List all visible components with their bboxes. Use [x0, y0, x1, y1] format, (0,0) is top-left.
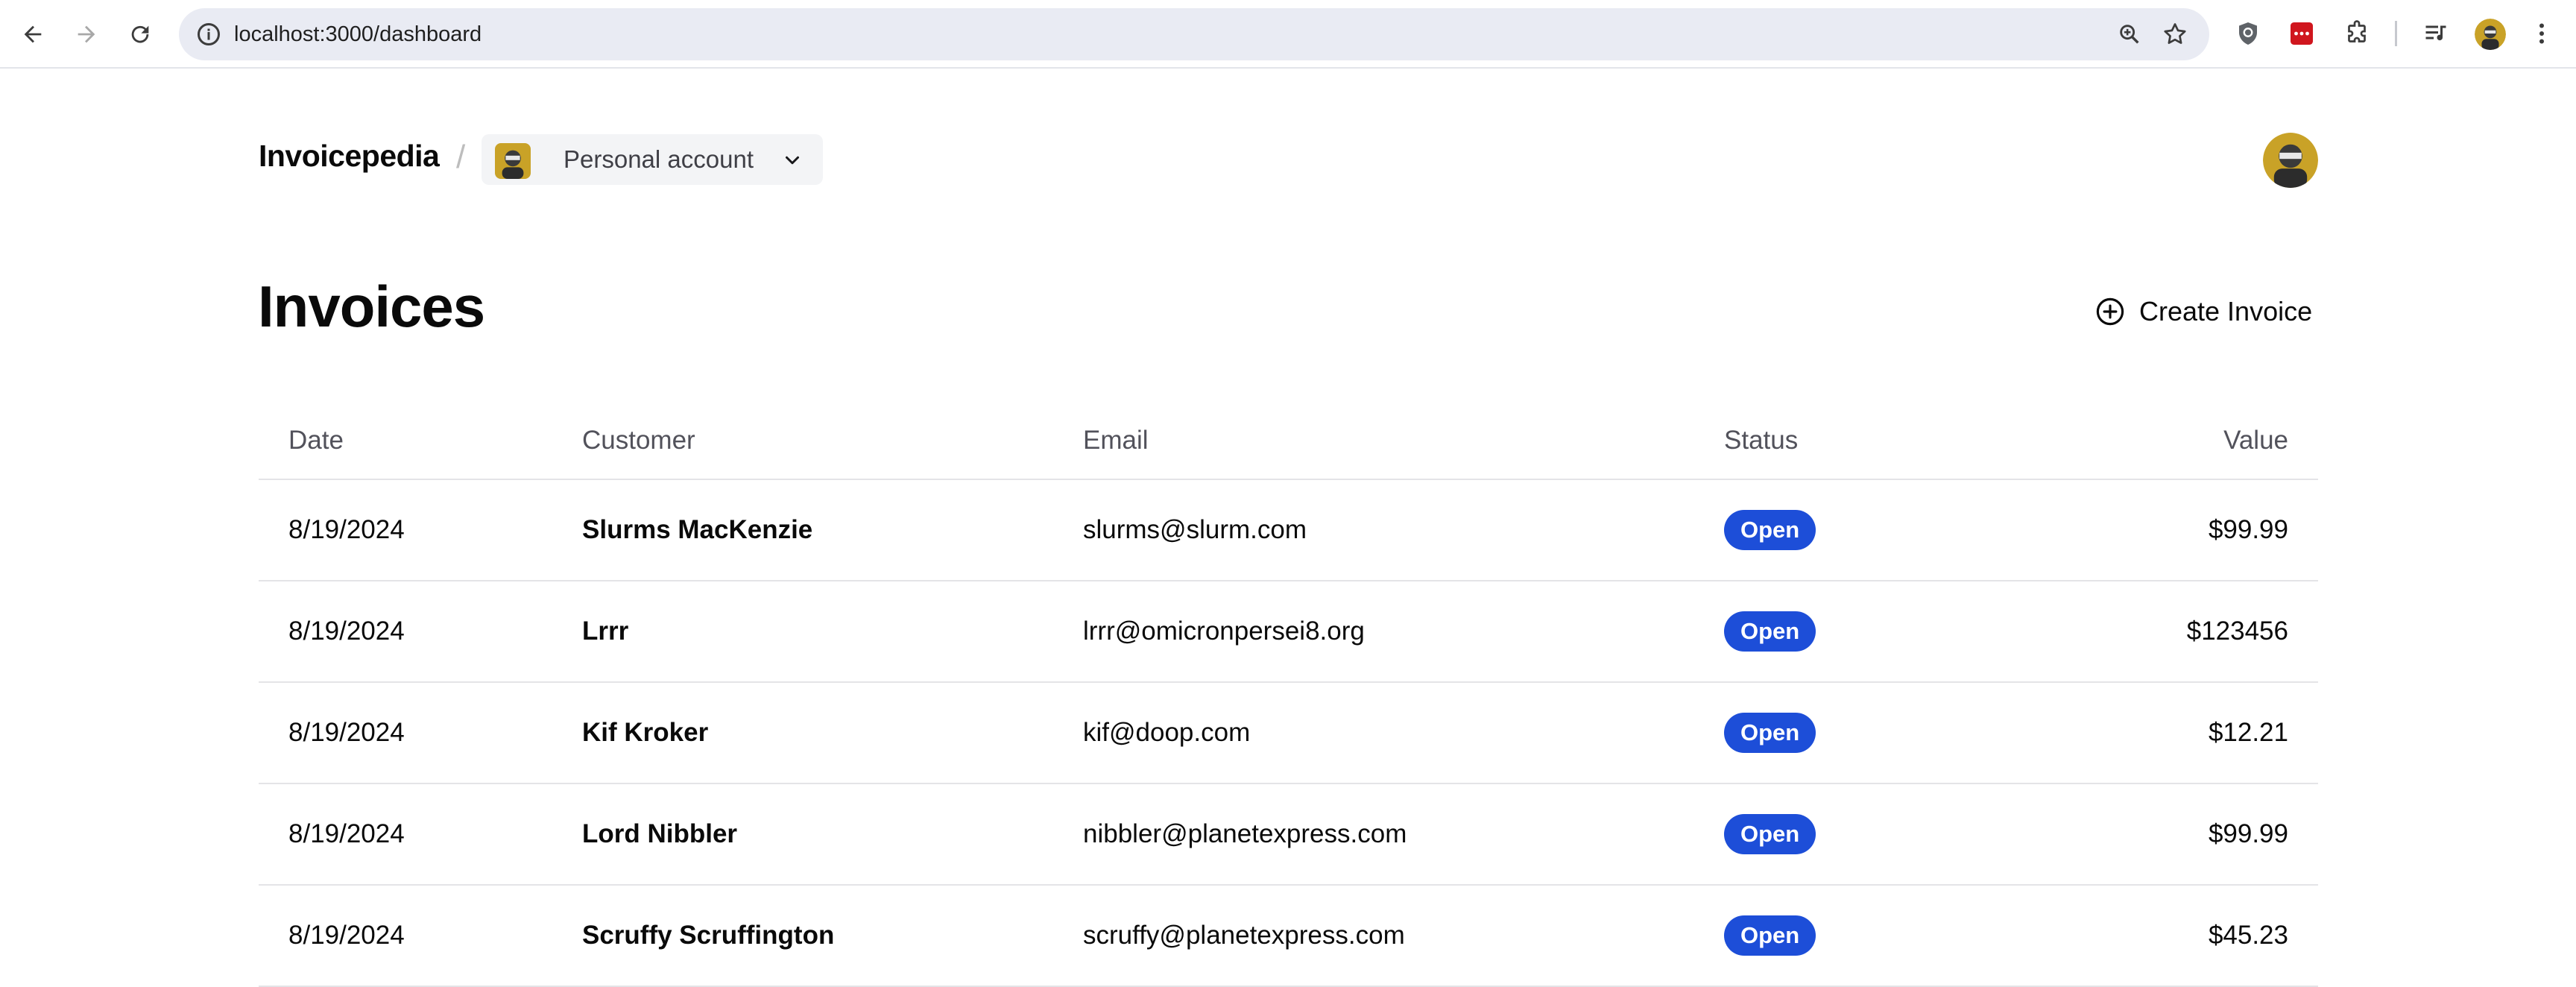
- invoice-status-cell: Open: [1724, 783, 2052, 886]
- invoice-email: kif@doop.com: [1083, 682, 1724, 784]
- invoices-table: Date Customer Email Status Value 8/19/20…: [259, 403, 2318, 987]
- create-invoice-label: Create Invoice: [2139, 296, 2313, 327]
- table-row[interactable]: 8/19/2024 Slurms MacKenzie slurms@slurm.…: [259, 479, 2318, 581]
- column-header-date: Date: [259, 403, 582, 480]
- invoice-email: nibbler@planetexpress.com: [1083, 783, 1724, 886]
- status-badge: Open: [1724, 510, 1816, 550]
- account-avatar: [495, 143, 531, 179]
- profile-avatar[interactable]: [2475, 19, 2506, 50]
- chrome-menu-icon[interactable]: [2527, 19, 2557, 48]
- plus-circle-icon: [2096, 297, 2124, 326]
- reload-button[interactable]: [122, 16, 158, 52]
- invoice-email: slurms@slurm.com: [1083, 479, 1724, 581]
- url-text[interactable]: localhost:3000/dashboard: [234, 8, 482, 60]
- forward-button[interactable]: [69, 16, 104, 52]
- invoice-customer: Scruffy Scruffington: [582, 885, 1083, 987]
- address-bar[interactable]: localhost:3000/dashboard: [179, 8, 2209, 60]
- invoice-value: $123456: [2052, 581, 2318, 683]
- toolbar-divider: [2395, 21, 2397, 46]
- table-row[interactable]: 8/19/2024 Lord Nibbler nibbler@planetexp…: [259, 783, 2318, 886]
- create-invoice-button[interactable]: Create Invoice: [2094, 294, 2312, 329]
- status-badge: Open: [1724, 915, 1816, 956]
- invoice-date: 8/19/2024: [259, 682, 582, 784]
- invoice-status-cell: Open: [1724, 885, 2052, 987]
- invoice-customer: Lord Nibbler: [582, 783, 1083, 886]
- chevron-down-icon: [786, 156, 799, 165]
- invoice-value: $99.99: [2052, 479, 2318, 581]
- column-header-value: Value: [2052, 403, 2318, 480]
- reload-icon: [131, 25, 149, 43]
- invoice-status-cell: Open: [1724, 479, 2052, 581]
- table-row[interactable]: 8/19/2024 Lrrr lrrr@omicronpersei8.org O…: [259, 581, 2318, 683]
- table-header-row: Date Customer Email Status Value: [259, 403, 2318, 480]
- invoice-date: 8/19/2024: [259, 479, 582, 581]
- status-badge: Open: [1724, 814, 1816, 854]
- star-icon[interactable]: [2162, 21, 2188, 48]
- browser-toolbar: localhost:3000/dashboard: [0, 0, 2576, 69]
- user-avatar[interactable]: [2263, 133, 2318, 188]
- invoice-status-cell: Open: [1724, 682, 2052, 784]
- table-row[interactable]: 8/19/2024 Scruffy Scruffington scruffy@p…: [259, 885, 2318, 987]
- invoice-status-cell: Open: [1724, 581, 2052, 683]
- info-icon[interactable]: [195, 21, 222, 48]
- table-row[interactable]: 8/19/2024 Kif Kroker kif@doop.com Open $…: [259, 682, 2318, 784]
- invoice-value: $12.21: [2052, 682, 2318, 784]
- column-header-email: Email: [1083, 403, 1724, 480]
- invoice-date: 8/19/2024: [259, 783, 582, 886]
- invoice-customer: Kif Kroker: [582, 682, 1083, 784]
- invoice-customer: Slurms MacKenzie: [582, 479, 1083, 581]
- invoice-email: scruffy@planetexpress.com: [1083, 885, 1724, 987]
- account-switcher[interactable]: Personal account: [482, 134, 823, 185]
- account-label: Personal account: [564, 145, 754, 173]
- status-badge: Open: [1724, 713, 1816, 753]
- status-badge: Open: [1724, 611, 1816, 652]
- zoom-icon[interactable]: [2117, 22, 2142, 47]
- page-title: Invoices: [258, 274, 485, 339]
- invoice-value: $45.23: [2052, 885, 2318, 987]
- invoice-customer: Lrrr: [582, 581, 1083, 683]
- brand-logo-text[interactable]: Invoicepedia: [259, 139, 440, 174]
- arrow-left-icon: [24, 25, 42, 43]
- column-header-status: Status: [1724, 403, 2052, 480]
- invoice-date: 8/19/2024: [259, 885, 582, 987]
- invoice-value: $99.99: [2052, 783, 2318, 886]
- arrow-right-icon: [78, 25, 95, 43]
- puzzle-extensions-icon[interactable]: [2342, 19, 2372, 48]
- breadcrumb-separator: /: [456, 139, 466, 175]
- media-controls-icon[interactable]: [2421, 19, 2451, 48]
- shield-extension-icon[interactable]: [2233, 19, 2263, 48]
- invoice-email: lrrr@omicronpersei8.org: [1083, 581, 1724, 683]
- password-extension-icon[interactable]: [2287, 19, 2317, 48]
- column-header-customer: Customer: [582, 403, 1083, 480]
- invoice-date: 8/19/2024: [259, 581, 582, 683]
- back-button[interactable]: [15, 16, 51, 52]
